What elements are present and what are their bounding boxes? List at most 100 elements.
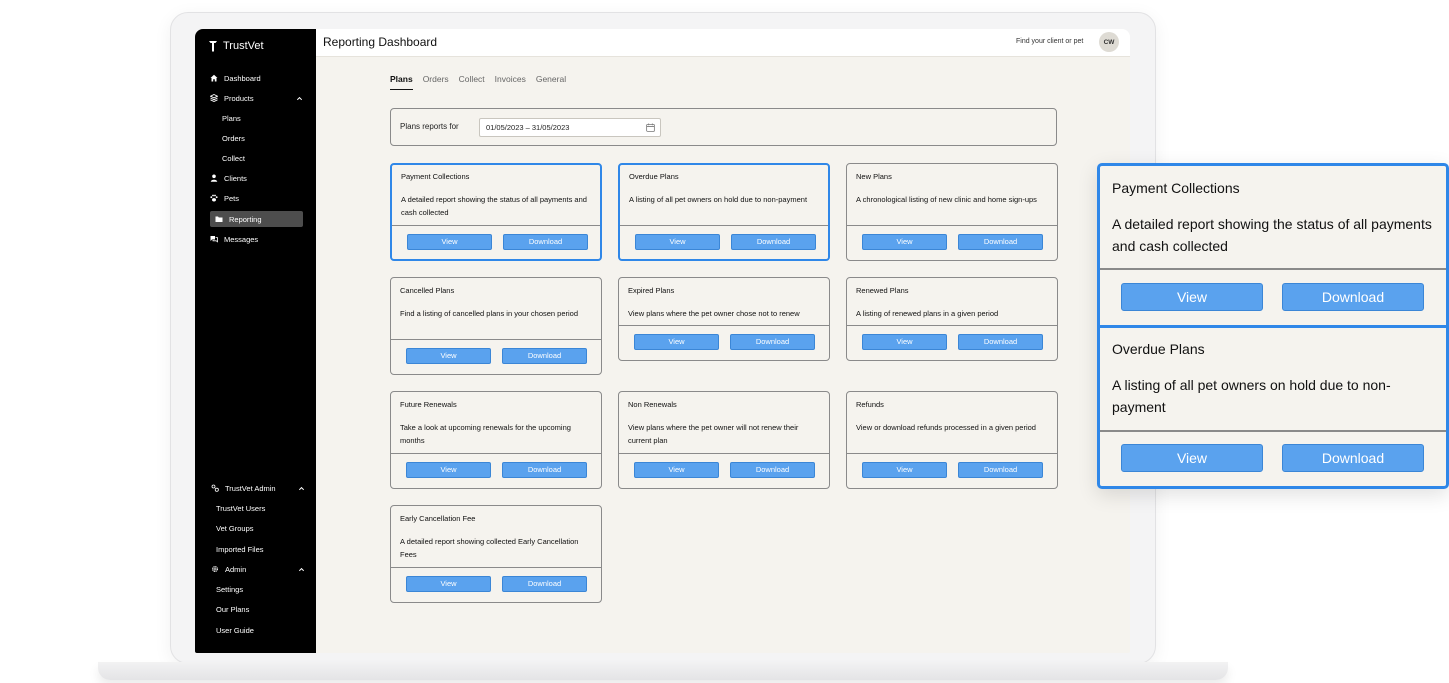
card-title: Early Cancellation Fee (400, 514, 476, 523)
sidebar-label: Reporting (229, 214, 262, 224)
view-button[interactable]: View (635, 233, 720, 250)
download-button[interactable]: Download (731, 233, 816, 250)
report-card-payment-collections: Payment Collections A detailed report sho… (390, 163, 602, 261)
gear-icon (211, 565, 219, 573)
card-title: Renewed Plans (856, 286, 909, 295)
card-title: New Plans (856, 172, 892, 181)
client-search-link[interactable]: Find your client or pet (1016, 38, 1083, 45)
download-button[interactable]: Download (1282, 444, 1424, 472)
view-button[interactable]: View (634, 334, 719, 350)
report-card-renewed-plans: Renewed Plans A listing of renewed plans … (846, 277, 1058, 361)
sidebar-label: TrustVet Users (216, 503, 266, 513)
sidebar-item-clients[interactable]: Clients (210, 170, 247, 186)
zoom-card-desc: A detailed report showing the status of … (1112, 216, 1432, 254)
tab-plans[interactable]: Plans (390, 74, 413, 90)
sidebar-label: User Guide (216, 625, 254, 635)
chevron-up-icon[interactable] (298, 485, 305, 492)
download-button[interactable]: Download (503, 233, 588, 250)
sidebar-item-pets[interactable]: Pets (210, 190, 239, 206)
sidebar-item-our-plans[interactable]: Our Plans (216, 601, 249, 617)
card-title: Expired Plans (628, 286, 675, 295)
divider (392, 224, 600, 226)
chevron-up-icon[interactable] (298, 566, 305, 573)
brand[interactable]: TrustVet (208, 40, 264, 52)
download-button[interactable]: Download (502, 462, 587, 478)
date-range-input[interactable]: 01/05/2023 – 31/05/2023 (479, 118, 661, 137)
download-button[interactable]: Download (958, 334, 1043, 350)
sidebar-item-collect[interactable]: Collect (222, 150, 245, 166)
view-button[interactable]: View (634, 462, 719, 478)
view-button[interactable]: View (862, 234, 947, 250)
divider (620, 224, 828, 226)
laptop-base (98, 662, 1228, 680)
download-button[interactable]: Download (958, 462, 1043, 478)
sidebar-item-orders[interactable]: Orders (222, 130, 245, 146)
view-button[interactable]: View (406, 462, 491, 478)
home-icon (210, 74, 218, 82)
report-card-expired-plans: Expired Plans View plans where the pet ow… (618, 277, 830, 361)
chat-icon (210, 235, 218, 243)
sidebar-item-settings[interactable]: Settings (216, 581, 243, 597)
divider (847, 325, 1057, 326)
sidebar-label: Pets (224, 193, 240, 203)
trustvet-logo-icon (209, 41, 217, 52)
sidebar-item-reporting[interactable]: Reporting (210, 211, 303, 227)
card-description: A chronological listing of new clinic an… (856, 195, 1037, 204)
sidebar-label: Our Plans (216, 604, 250, 614)
card-description: Find a listing of cancelled plans in you… (400, 309, 579, 318)
tab-orders[interactable]: Orders (423, 74, 449, 90)
sidebar-item-user-guide[interactable]: User Guide (216, 622, 254, 638)
view-button[interactable]: View (407, 233, 492, 250)
download-button[interactable]: Download (502, 576, 587, 592)
download-button[interactable]: Download (730, 462, 815, 478)
card-title: Payment Collections (401, 171, 470, 181)
report-tabs: Plans Orders Collect Invoices General (390, 74, 566, 90)
view-button[interactable]: View (406, 576, 491, 592)
card-title: Future Renewals (400, 400, 457, 409)
view-button[interactable]: View (1121, 444, 1263, 472)
divider (619, 453, 829, 454)
tab-invoices[interactable]: Invoices (495, 74, 526, 90)
view-button[interactable]: View (862, 334, 947, 350)
sidebar-label: Messages (224, 234, 259, 244)
card-description: A detailed report showing the status of … (401, 194, 587, 217)
download-button[interactable]: Download (502, 348, 587, 364)
download-button[interactable]: Download (730, 334, 815, 350)
report-card-new-plans: New Plans A chronological listing of new … (846, 163, 1058, 261)
divider (619, 325, 829, 326)
report-card-cancelled-plans: Cancelled Plans Find a listing of cancell… (390, 277, 602, 375)
avatar[interactable]: CW (1099, 32, 1119, 52)
sidebar-item-vet-groups[interactable]: Vet Groups (216, 520, 254, 536)
sidebar-item-admin[interactable]: Admin (211, 561, 306, 577)
user-icon (210, 174, 218, 182)
sidebar-item-imported-files[interactable]: Imported Files (216, 541, 264, 557)
tab-collect[interactable]: Collect (459, 74, 485, 90)
card-description: A listing of renewed plans in a given pe… (856, 309, 999, 318)
card-description: View or download refunds processed in a … (856, 423, 1036, 432)
sidebar: TrustVet Dashboard Products Plans Orders… (195, 29, 316, 653)
card-description: View plans where the pet owner chose not… (628, 309, 800, 318)
report-card-early-cancellation-fee: Early Cancellation Fee A detailed report … (390, 505, 602, 603)
sidebar-item-plans[interactable]: Plans (222, 110, 241, 126)
sidebar-label: Orders (222, 133, 245, 143)
calendar-icon[interactable] (646, 123, 655, 132)
report-card-future-renewals: Future Renewals Take a look at upcoming r… (390, 391, 602, 489)
view-button[interactable]: View (406, 348, 491, 364)
view-button[interactable]: View (1121, 283, 1263, 311)
sidebar-item-trustvet-admin[interactable]: TrustVet Admin (211, 480, 306, 496)
download-button[interactable]: Download (958, 234, 1043, 250)
chevron-up-icon[interactable] (296, 95, 303, 102)
tab-general[interactable]: General (536, 74, 566, 90)
download-button[interactable]: Download (1282, 283, 1424, 311)
page-title: Reporting Dashboard (323, 35, 437, 49)
date-filter-panel: Plans reports for 01/05/2023 – 31/05/202… (390, 108, 1057, 146)
sidebar-item-products[interactable]: Products (210, 90, 305, 106)
sidebar-label: Settings (216, 584, 244, 594)
view-button[interactable]: View (862, 462, 947, 478)
sidebar-item-dashboard[interactable]: Dashboard (210, 70, 261, 86)
divider (1100, 268, 1446, 270)
folder-icon (215, 215, 223, 223)
sidebar-item-trustvet-users[interactable]: TrustVet Users (216, 500, 265, 516)
sidebar-item-messages[interactable]: Messages (210, 231, 258, 247)
sidebar-label: Vet Groups (216, 523, 254, 533)
